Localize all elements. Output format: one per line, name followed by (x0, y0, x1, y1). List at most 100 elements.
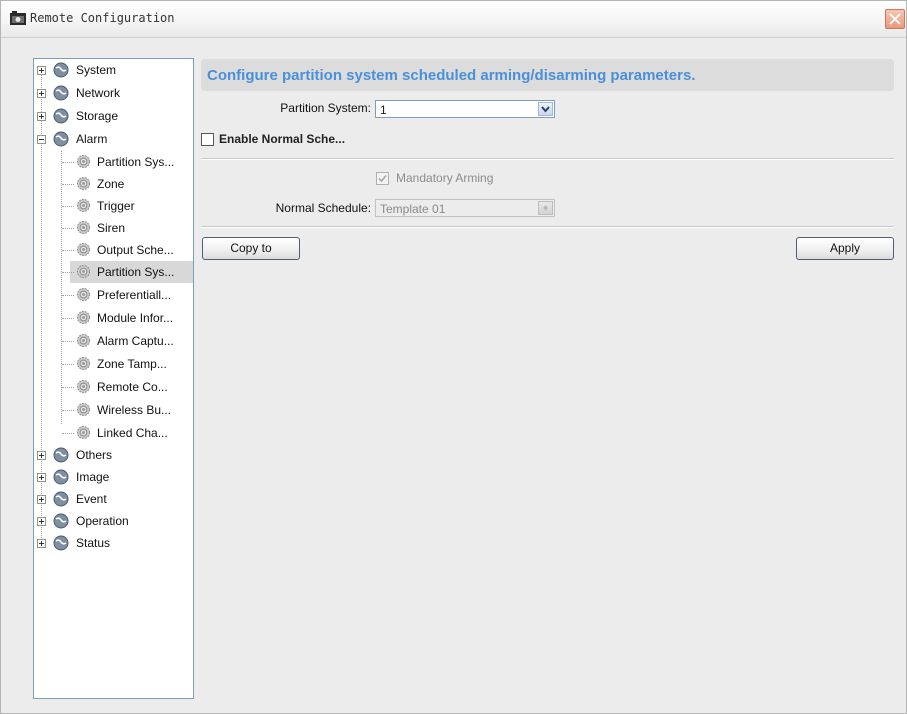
globe-icon (53, 469, 69, 485)
gear-icon (76, 333, 91, 348)
expand-icon[interactable] (37, 539, 46, 548)
tree-guide-line (62, 206, 74, 207)
normal-schedule-label: Normal Schedule: (275, 201, 371, 215)
gear-icon (76, 242, 91, 257)
tree-item-label: Linked Cha... (97, 426, 168, 440)
tree-guide-line (62, 162, 74, 163)
tree-guide-line (62, 184, 74, 185)
tree-node-alarm[interactable]: Alarm (34, 128, 193, 150)
partition-system-value: 1 (380, 103, 387, 117)
collapse-icon[interactable] (37, 135, 46, 144)
tree-item-label: Zone Tamp... (97, 357, 167, 371)
tree-item-label: Partition Sys... (97, 155, 175, 169)
tree-item-label: Partition Sys... (97, 265, 175, 279)
gear-icon (76, 356, 91, 371)
enable-normal-schedule-label: Enable Normal Sche... (219, 132, 346, 146)
tree-item-label: Zone (97, 177, 125, 191)
expand-icon[interactable] (37, 112, 46, 121)
gear-icon (76, 198, 91, 213)
separator (201, 226, 894, 228)
tree-item-siren[interactable]: Siren (34, 217, 193, 239)
tree-item-alarm-capture[interactable]: Alarm Captu... (34, 330, 193, 352)
expand-icon[interactable] (37, 517, 46, 526)
dropdown-arrow-icon[interactable] (538, 102, 553, 116)
tree-node-operation[interactable]: Operation (34, 510, 193, 532)
tree-node-storage[interactable]: Storage (34, 105, 193, 127)
gear-icon (76, 264, 91, 279)
tree-node-network[interactable]: Network (34, 82, 193, 104)
tree-node-label: Network (76, 86, 121, 100)
tree-guide-line (62, 387, 74, 388)
panel-title: Configure partition system scheduled arm… (207, 67, 696, 84)
apply-button[interactable]: Apply (796, 237, 894, 260)
tree-node-label: Operation (76, 514, 129, 528)
globe-icon (53, 131, 69, 147)
gear-icon (76, 176, 91, 191)
globe-icon (53, 108, 69, 124)
copy-to-button[interactable]: Copy to (202, 237, 300, 260)
config-tree[interactable]: System Network Storage Alarm Partition S… (33, 58, 194, 699)
gear-icon (76, 402, 91, 417)
tree-guide-line (62, 272, 74, 273)
tree-node-system[interactable]: System (34, 59, 193, 81)
partition-system-label: Partition System: (280, 101, 371, 115)
normal-schedule-select[interactable]: Template 01 (375, 199, 555, 217)
tree-item-preferential[interactable]: Preferentiall... (34, 284, 193, 306)
tree-item-label: Preferentiall... (97, 288, 172, 302)
expand-icon[interactable] (37, 89, 46, 98)
tree-item-label: Trigger (97, 199, 135, 213)
dropdown-arrow-icon[interactable] (538, 201, 553, 215)
tree-item-output-schedule[interactable]: Output Sche... (34, 239, 193, 261)
app-icon (10, 11, 26, 25)
title-bar[interactable]: Remote Configuration (1, 1, 906, 38)
tree-guide-line (62, 433, 74, 434)
partition-system-select[interactable]: 1 (375, 100, 555, 118)
tree-guide-line (62, 410, 74, 411)
globe-icon (53, 62, 69, 78)
expand-icon[interactable] (37, 495, 46, 504)
tree-item-partition-system[interactable]: Partition Sys... (34, 151, 193, 173)
tree-node-label: System (76, 63, 117, 77)
tree-node-label: Alarm (76, 132, 108, 146)
expand-icon[interactable] (37, 66, 46, 75)
remote-configuration-window: Remote Configuration System Network Stor… (0, 0, 907, 714)
tree-item-zone[interactable]: Zone (34, 173, 193, 195)
tree-item-label: Output Sche... (97, 243, 174, 257)
separator (201, 158, 894, 160)
tree-node-label: Event (76, 492, 107, 506)
tree-item-zone-tamper[interactable]: Zone Tamp... (34, 353, 193, 375)
tree-item-wireless-bus[interactable]: Wireless Bu... (34, 399, 193, 421)
gear-icon (76, 425, 91, 440)
close-icon (889, 13, 901, 25)
tree-node-image[interactable]: Image (34, 466, 193, 488)
globe-icon (53, 513, 69, 529)
tree-item-module-information[interactable]: Module Infor... (34, 307, 193, 329)
expand-icon[interactable] (37, 473, 46, 482)
tree-guide-line (62, 341, 74, 342)
mandatory-arming-checkbox[interactable] (376, 172, 389, 185)
tree-item-partition-system-schedule-selected[interactable]: Partition Sys... (34, 261, 193, 283)
gear-icon (76, 310, 91, 325)
expand-icon[interactable] (37, 451, 46, 460)
tree-item-label: Alarm Captu... (97, 334, 174, 348)
tree-node-event[interactable]: Event (34, 488, 193, 510)
tree-item-label: Wireless Bu... (97, 403, 172, 417)
tree-item-linked-channel[interactable]: Linked Cha... (34, 422, 193, 444)
tree-item-trigger[interactable]: Trigger (34, 195, 193, 217)
tree-node-others[interactable]: Others (34, 444, 193, 466)
tree-item-label: Module Infor... (97, 311, 174, 325)
gear-icon (76, 379, 91, 394)
gear-icon (76, 154, 91, 169)
check-icon (378, 174, 387, 183)
tree-node-label: Status (76, 536, 111, 550)
tree-item-label: Siren (97, 221, 126, 235)
tree-guide-line (62, 318, 74, 319)
mandatory-arming-label: Mandatory Arming (396, 171, 494, 185)
close-button[interactable] (885, 9, 905, 29)
enable-normal-schedule-checkbox[interactable] (201, 133, 214, 146)
tree-item-remote-control[interactable]: Remote Co... (34, 376, 193, 398)
normal-schedule-value: Template 01 (380, 202, 446, 216)
tree-node-label: Others (76, 448, 113, 462)
tree-guide-line (62, 228, 74, 229)
tree-node-status[interactable]: Status (34, 532, 193, 554)
